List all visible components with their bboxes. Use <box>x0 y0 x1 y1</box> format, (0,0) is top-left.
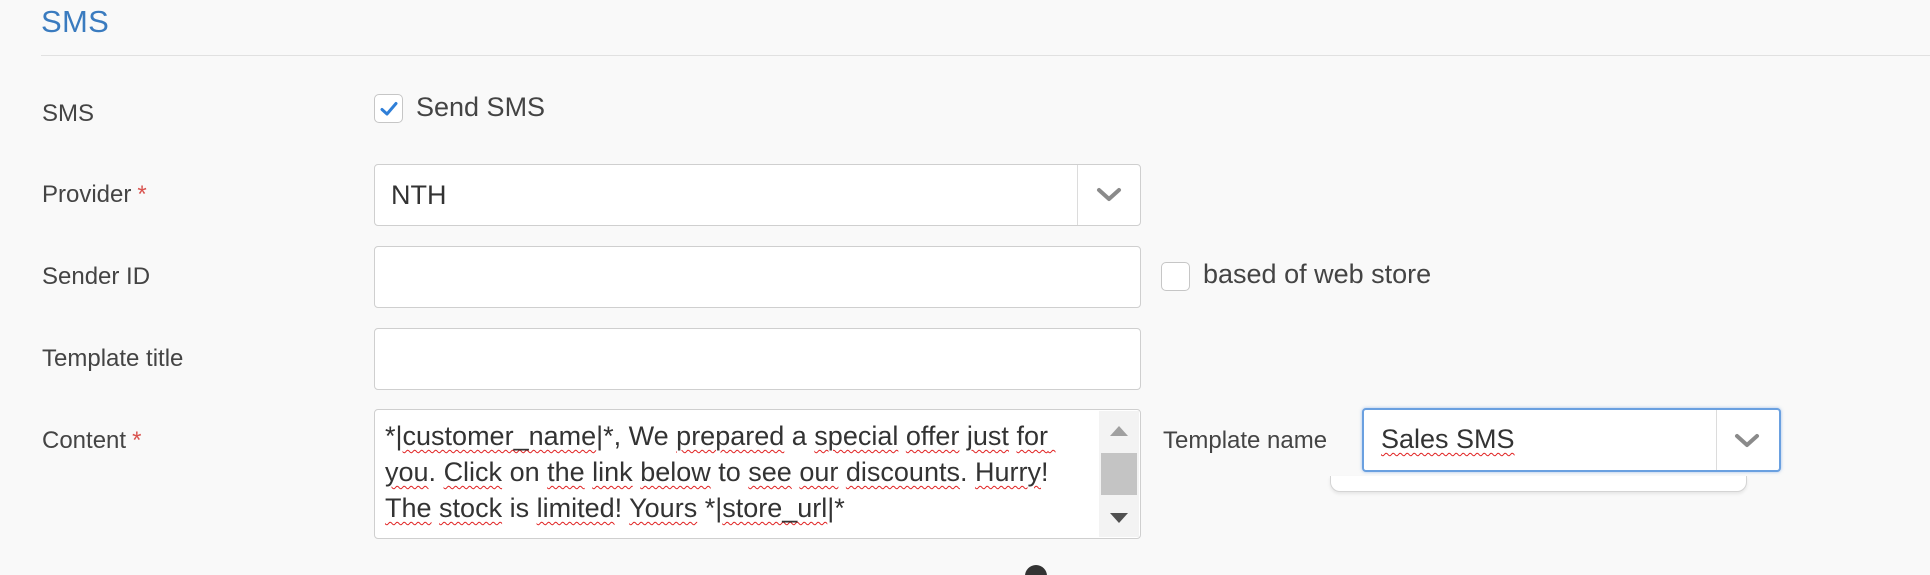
content-text-segment <box>898 421 906 451</box>
chevron-down-icon[interactable] <box>1734 432 1760 450</box>
content-label-text: Content <box>42 427 127 454</box>
content-label: Content * <box>42 427 141 455</box>
content-textarea[interactable]: *|customer_name|*, We prepared a special… <box>374 409 1141 539</box>
chevron-down-icon[interactable] <box>1096 186 1122 204</box>
based-of-web-store-checkbox[interactable] <box>1161 262 1190 291</box>
spellcheck-word: see <box>748 457 792 487</box>
spellcheck-word: special <box>814 421 899 451</box>
content-text-segment: is <box>502 493 537 523</box>
template-name-dropdown-list[interactable] <box>1330 476 1747 492</box>
content-scrollbar[interactable] <box>1099 411 1139 537</box>
spellcheck-word: stock <box>439 493 503 523</box>
template-name-select[interactable]: Sales SMS <box>1362 408 1781 472</box>
spellcheck-word: discounts <box>845 457 960 487</box>
based-of-web-store-label[interactable]: based of web store <box>1203 259 1431 290</box>
sender-id-label: Sender ID <box>42 263 151 290</box>
content-text[interactable]: *|customer_name|*, We prepared a special… <box>385 418 1075 526</box>
scroll-down-arrow-icon[interactable] <box>1109 511 1129 525</box>
content-text-segment <box>838 457 846 487</box>
spellcheck-word: store_url <box>722 493 828 523</box>
content-text-segment <box>432 493 440 523</box>
select-divider <box>1716 410 1717 470</box>
content-text-segment: ! <box>1040 457 1056 487</box>
send-sms-checkbox[interactable] <box>374 94 403 123</box>
content-text-segment: *| <box>697 493 723 523</box>
template-title-input[interactable] <box>374 328 1141 390</box>
content-text-segment: ! <box>614 493 630 523</box>
checkmark-icon <box>380 102 398 116</box>
spellcheck-word: below <box>640 457 711 487</box>
content-text-segment: |* <box>827 493 845 523</box>
sms-settings-page: SMS SMS Send SMS Provider * NTH Sender ID… <box>0 0 1930 575</box>
spellcheck-word: Yours <box>629 493 698 523</box>
required-mark: * <box>132 427 142 454</box>
info-icon[interactable] <box>1025 565 1047 575</box>
sms-label: SMS <box>42 100 95 127</box>
provider-select-value: NTH <box>391 180 447 210</box>
template-name-text: Sales SMS <box>1381 424 1515 454</box>
spellcheck-word: the <box>547 457 585 487</box>
provider-label-text: Provider <box>42 181 132 208</box>
required-mark: * <box>137 181 147 208</box>
content-text-segment: . <box>959 457 975 487</box>
scroll-up-arrow-icon[interactable] <box>1109 424 1129 438</box>
spellcheck-word: link <box>592 457 633 487</box>
send-sms-label[interactable]: Send SMS <box>416 92 545 123</box>
scroll-thumb[interactable] <box>1101 453 1137 495</box>
spellcheck-word: offer <box>905 421 960 451</box>
template-title-label: Template title <box>42 345 184 372</box>
template-name-label: Template name <box>1163 427 1328 454</box>
spellcheck-word: Hurry <box>974 457 1041 487</box>
content-text-segment: on <box>502 457 548 487</box>
select-divider <box>1077 165 1078 225</box>
content-text-segment: |*, We <box>596 421 677 451</box>
spellcheck-word: just <box>966 421 1009 451</box>
spellcheck-word: prepared <box>676 421 785 451</box>
provider-select[interactable]: NTH <box>374 164 1141 226</box>
content-text-segment: to <box>710 457 749 487</box>
content-text-segment <box>959 421 967 451</box>
template-name-value: Sales SMS <box>1381 424 1515 455</box>
content-text-segment: a <box>784 421 815 451</box>
section-divider <box>41 55 1930 56</box>
spellcheck-word: The <box>385 493 432 523</box>
spellcheck-word: Click <box>443 457 503 487</box>
sender-id-input[interactable] <box>374 246 1141 308</box>
provider-label: Provider * <box>42 181 147 209</box>
content-text-segment: . <box>428 457 444 487</box>
section-title: SMS <box>41 4 110 39</box>
spellcheck-word: limited <box>536 493 615 523</box>
spellcheck-word: our <box>799 457 839 487</box>
content-text-segment: *| <box>385 421 403 451</box>
spellcheck-word: customer_name <box>402 421 597 451</box>
